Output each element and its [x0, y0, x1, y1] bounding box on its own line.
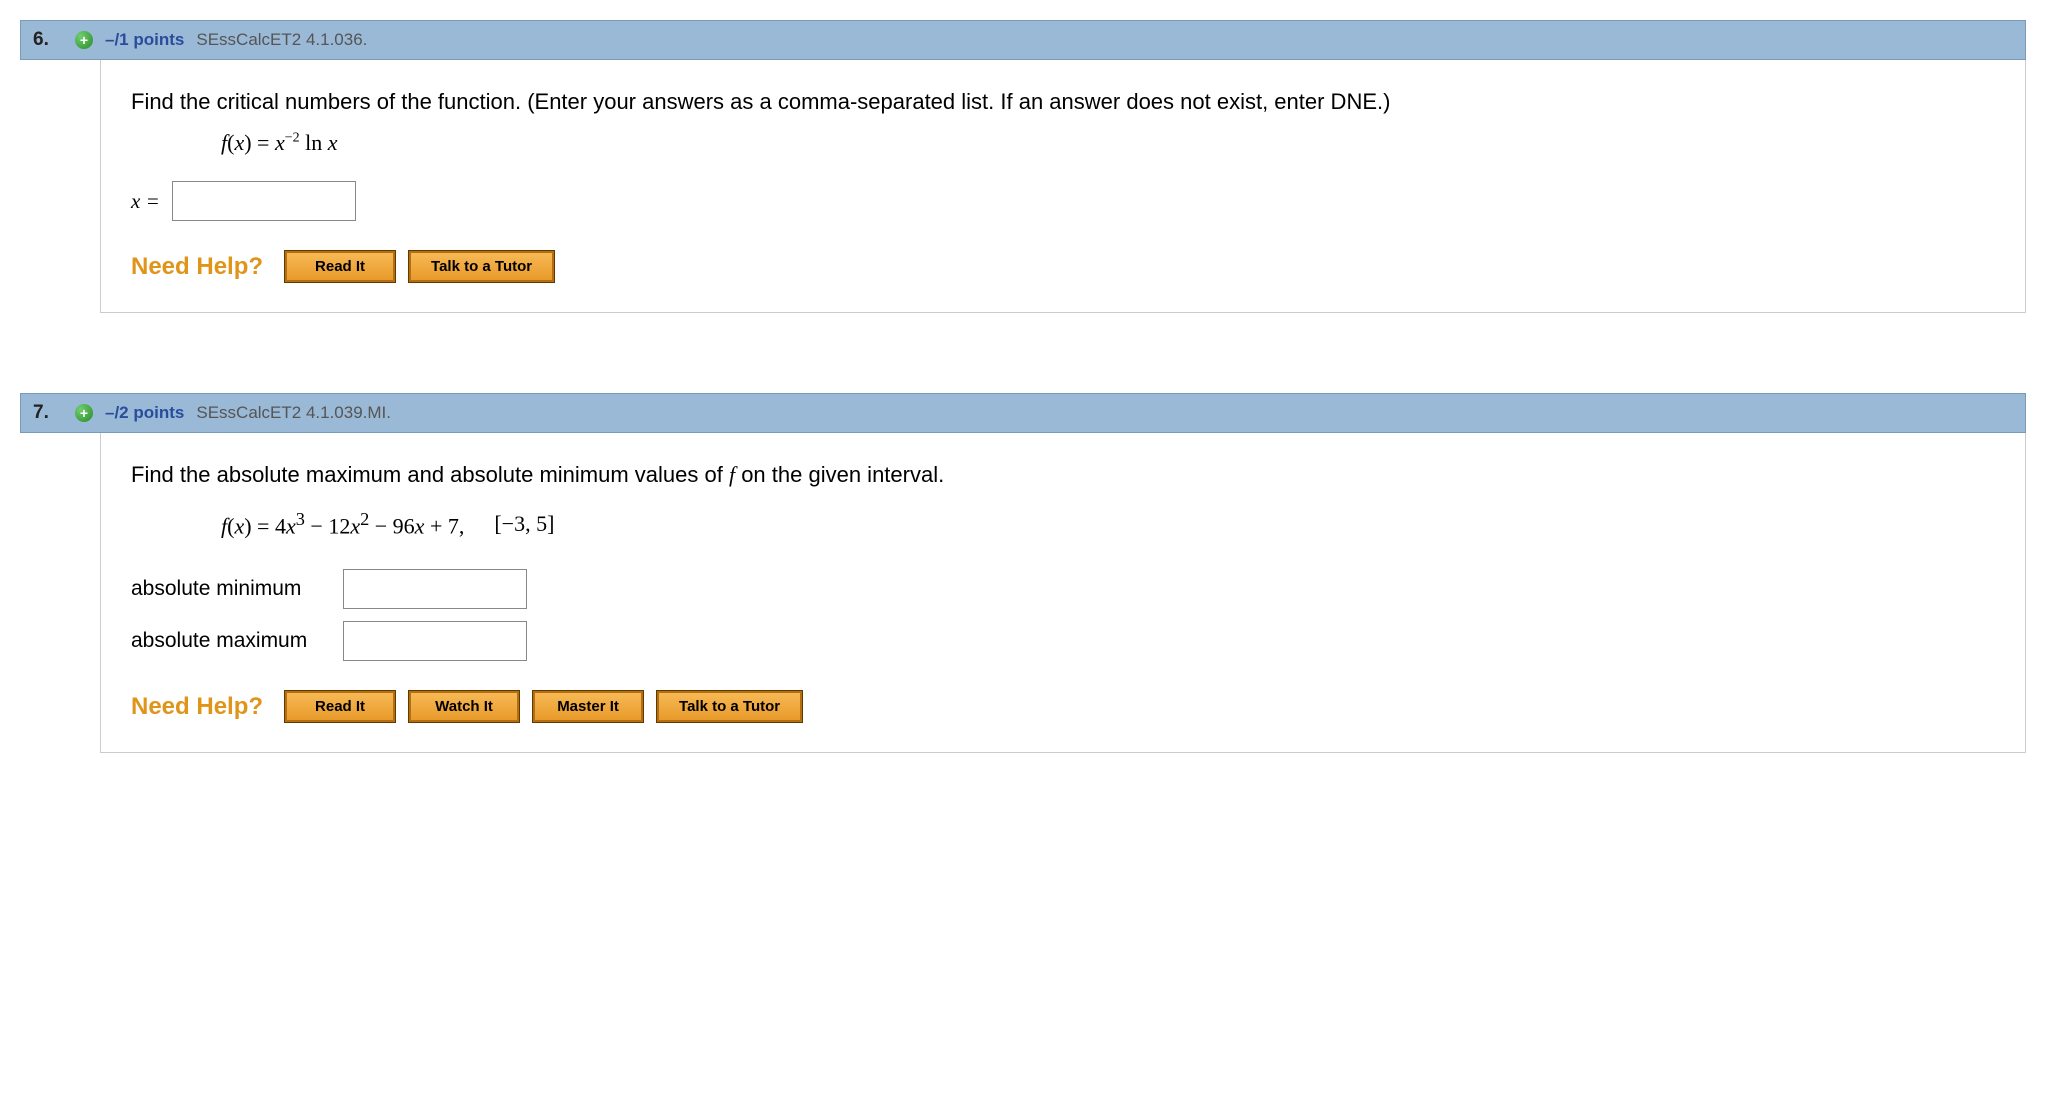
coef-d: 7 — [448, 513, 459, 538]
answer-row-max: absolute maximum — [131, 621, 1995, 661]
question-body: Find the critical numbers of the functio… — [100, 60, 2026, 313]
read-it-button[interactable]: Read It — [285, 251, 395, 282]
function-formula: f(x) = 4x3 − 12x2 − 96x + 7, [−3, 5] — [221, 509, 1995, 539]
coef-b: 12 — [328, 513, 350, 538]
abs-max-label: absolute maximum — [131, 629, 331, 653]
source-label: SEssCalcET2 4.1.039.MI. — [196, 403, 391, 423]
read-it-button[interactable]: Read It — [285, 691, 395, 722]
watch-it-button[interactable]: Watch It — [409, 691, 519, 722]
question-header: 7. + –/2 points SEssCalcET2 4.1.039.MI. — [20, 393, 2026, 433]
question-6: 6. + –/1 points SEssCalcET2 4.1.036. Fin… — [20, 20, 2026, 313]
question-prompt: Find the absolute maximum and absolute m… — [131, 458, 1995, 491]
answer-row-min: absolute minimum — [131, 569, 1995, 609]
need-help-label: Need Help? — [131, 693, 263, 721]
need-help-row: Need Help? Read It Talk to a Tutor — [131, 251, 1995, 282]
need-help-label: Need Help? — [131, 253, 263, 281]
answer-row-x: x = — [131, 181, 1995, 221]
need-help-row: Need Help? Read It Watch It Master It Ta… — [131, 691, 1995, 722]
answer-label: x = — [131, 189, 160, 214]
coef-c: 96 — [393, 513, 415, 538]
question-number: 7. — [33, 402, 63, 424]
question-number: 6. — [33, 29, 63, 51]
question-body: Find the absolute maximum and absolute m… — [100, 433, 2026, 753]
question-prompt: Find the critical numbers of the functio… — [131, 85, 1995, 118]
abs-max-input[interactable] — [343, 621, 527, 661]
expand-icon[interactable]: + — [75, 404, 93, 422]
abs-min-input[interactable] — [343, 569, 527, 609]
talk-to-tutor-button[interactable]: Talk to a Tutor — [657, 691, 802, 722]
function-formula: f(x) = x−2 ln x — [221, 130, 1995, 156]
question-7: 7. + –/2 points SEssCalcET2 4.1.039.MI. … — [20, 393, 2026, 753]
question-header: 6. + –/1 points SEssCalcET2 4.1.036. — [20, 20, 2026, 60]
points-label[interactable]: –/2 points — [105, 403, 184, 423]
interval: [−3, 5] — [494, 511, 554, 537]
talk-to-tutor-button[interactable]: Talk to a Tutor — [409, 251, 554, 282]
master-it-button[interactable]: Master It — [533, 691, 643, 722]
points-label[interactable]: –/1 points — [105, 30, 184, 50]
source-label: SEssCalcET2 4.1.036. — [196, 30, 367, 50]
answer-input-x[interactable] — [172, 181, 356, 221]
abs-min-label: absolute minimum — [131, 577, 331, 601]
expand-icon[interactable]: + — [75, 31, 93, 49]
